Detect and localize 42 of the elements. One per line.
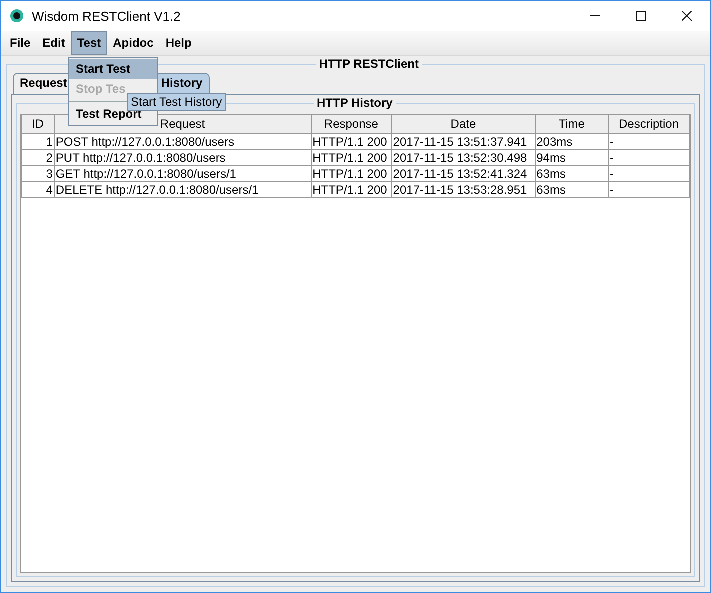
- table-cell: 94ms: [535, 150, 609, 166]
- table-cell: GET http://127.0.0.1:8080/users/1: [54, 166, 312, 182]
- table-cell: -: [608, 166, 690, 182]
- table-cell: 203ms: [535, 134, 609, 150]
- table-cell: 2: [22, 150, 54, 166]
- menu-item[interactable]: Test: [71, 31, 108, 55]
- table-cell: HTTP/1.1 200: [311, 182, 392, 198]
- table-cell: HTTP/1.1 200: [311, 166, 392, 182]
- column-header[interactable]: Response: [311, 115, 392, 134]
- window-title: Wisdom RESTClient V1.2: [32, 8, 182, 24]
- table-cell: 2017-11-15 13:52:30.498: [392, 150, 536, 166]
- menu-item[interactable]: File: [4, 31, 37, 55]
- table-cell: PUT http://127.0.0.1:8080/users: [54, 150, 312, 166]
- table-cell: 1: [22, 134, 54, 150]
- table-cell: HTTP/1.1 200: [311, 134, 392, 150]
- panel-title: HTTP RESTClient: [316, 57, 422, 71]
- maximize-icon: [636, 11, 646, 21]
- column-header[interactable]: ID: [22, 115, 54, 134]
- table-cell: DELETE http://127.0.0.1:8080/users/1: [54, 182, 312, 198]
- table-cell: -: [608, 134, 690, 150]
- column-header[interactable]: Time: [535, 115, 609, 134]
- menu-item[interactable]: Help: [160, 31, 198, 55]
- menu-item[interactable]: Edit: [36, 31, 72, 55]
- app-icon: [10, 9, 24, 23]
- table-cell: HTTP/1.1 200: [311, 150, 392, 166]
- table-cell: 63ms: [535, 182, 609, 198]
- menu-entry[interactable]: Start Test: [69, 59, 157, 79]
- table-cell: 2017-11-15 13:51:37.941: [392, 134, 536, 150]
- menu-item[interactable]: Apidoc: [107, 31, 160, 55]
- close-icon: [682, 11, 692, 21]
- table-cell: 3: [22, 166, 54, 182]
- table-cell: 2017-11-15 13:53:28.951: [392, 182, 536, 198]
- panel-title: HTTP History: [314, 96, 396, 110]
- column-header[interactable]: Date: [392, 115, 536, 134]
- table-cell: 4: [22, 182, 54, 198]
- table-cell: POST http://127.0.0.1:8080/users: [54, 134, 312, 150]
- table-cell: 2017-11-15 13:52:41.324: [392, 166, 536, 182]
- tooltip: Start Test History: [127, 93, 226, 111]
- table-cell: -: [608, 150, 690, 166]
- table-cell: -: [608, 182, 690, 198]
- column-header[interactable]: Description: [608, 115, 690, 134]
- table-cell: 63ms: [535, 166, 609, 182]
